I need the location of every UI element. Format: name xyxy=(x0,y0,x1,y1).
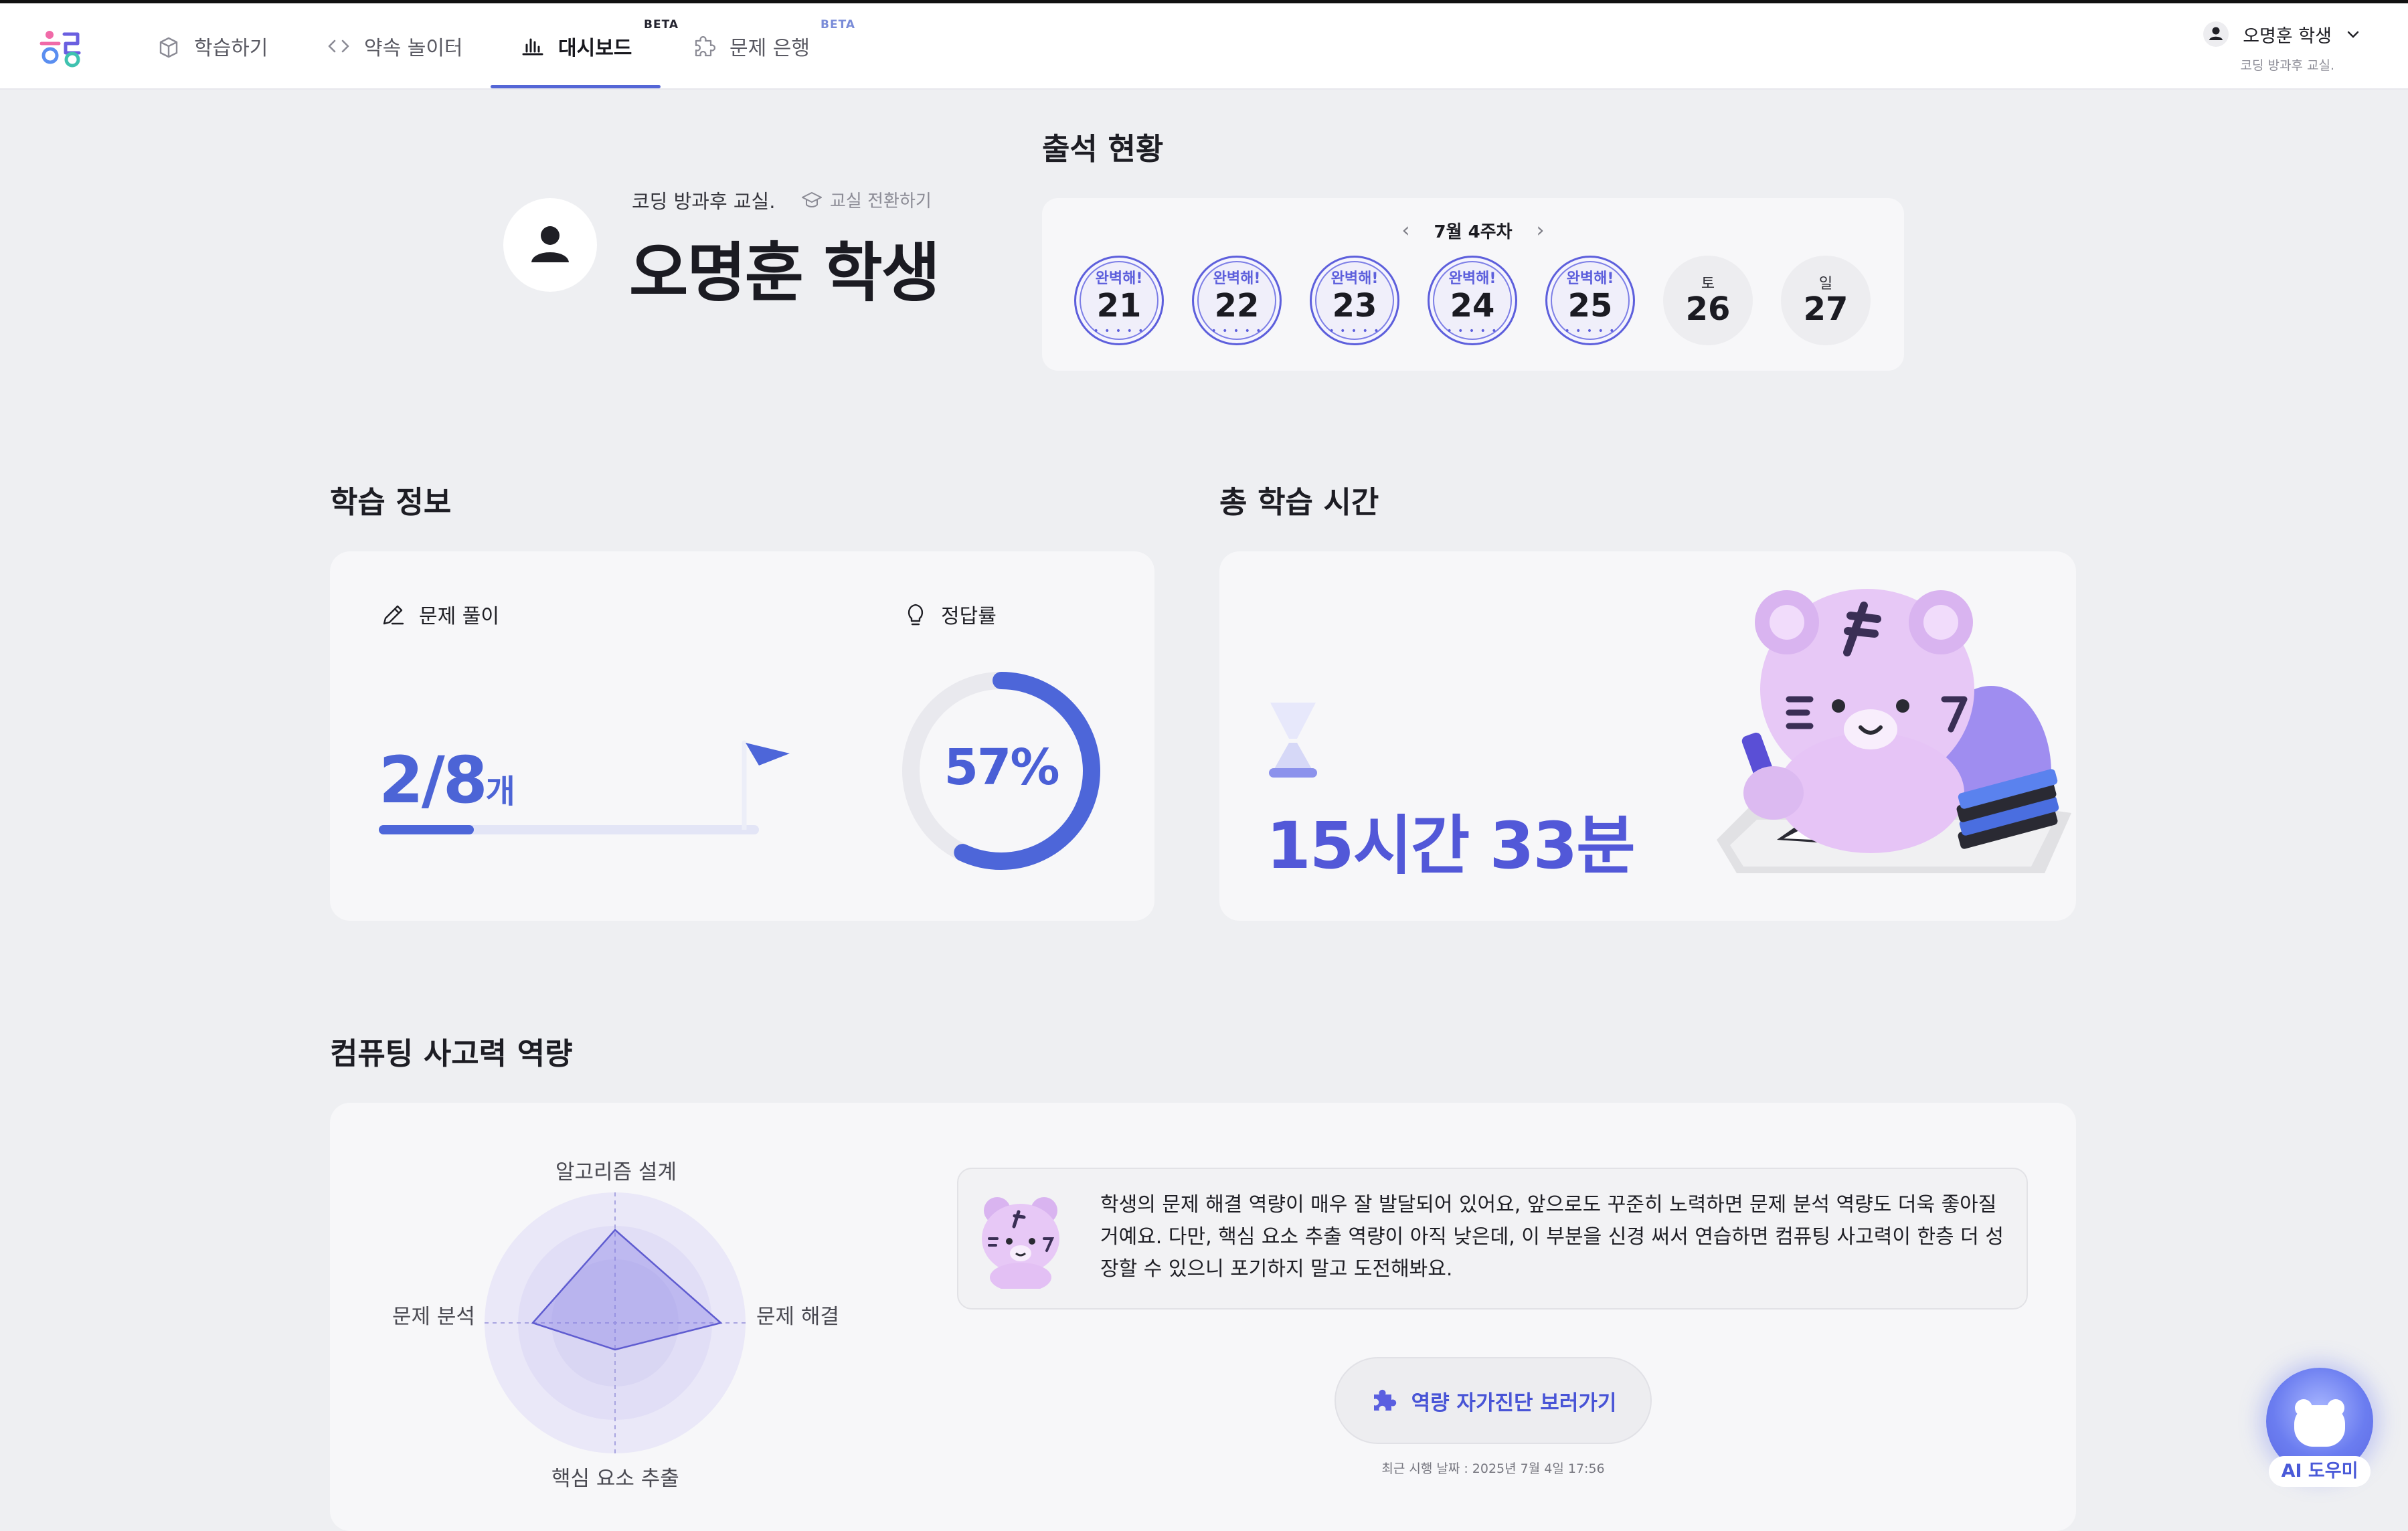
solved-unit: 개 xyxy=(485,773,515,810)
problem-bank-beta-badge: BETA xyxy=(821,18,856,31)
attendance-title: 출석 현황 xyxy=(1042,131,1164,167)
solved-count: 2/8개 xyxy=(379,743,515,818)
tiger-avatar-icon xyxy=(982,1197,1059,1289)
total-time-title: 총 학습 시간 xyxy=(1219,484,1379,520)
nav-problem-bank-label: 문제 은행 xyxy=(729,36,810,60)
nav-dashboard[interactable]: 대시보드 xyxy=(519,3,632,88)
radar-axis-right: 문제 해결 xyxy=(756,1305,839,1329)
student-name: 오명훈 학생 xyxy=(629,236,940,310)
attendance-day-25: 완벽해! 25 • • • • • xyxy=(1545,256,1635,345)
classroom-name: 코딩 방과후 교실. xyxy=(632,190,776,213)
ai-comment-box: 학생의 문제 해결 역량이 매우 잘 발달되어 있어요, 앞으로도 꾸준히 노력… xyxy=(957,1168,2028,1310)
ai-helper-label[interactable]: AI 도우미 xyxy=(2269,1456,2371,1487)
radar-axis-bottom: 핵심 요소 추출 xyxy=(551,1467,679,1491)
user-classroom: 코딩 방과후 교실. xyxy=(2240,58,2334,73)
code-brackets-icon xyxy=(328,39,349,52)
puzzle-piece-icon xyxy=(1373,1389,1396,1411)
day-number: 21 xyxy=(1096,287,1142,325)
nav-study-label: 학습하기 xyxy=(194,36,268,60)
solved-label: 문제 풀이 xyxy=(419,605,499,628)
stamp-text: 완벽해! xyxy=(1448,270,1496,287)
accuracy-label: 정답률 xyxy=(941,605,997,628)
attendance-day-22: 완벽해! 22 • • • • • xyxy=(1192,256,1282,345)
stamp-dots: • • • • • xyxy=(1211,326,1263,337)
active-tab-indicator xyxy=(491,85,661,88)
attendance-card: ‹ 7월 4주차 › 완벽해! 21 • • • • • 완벽해! 22 • • • • … xyxy=(1042,198,1904,371)
attendance-day-21: 완벽해! 21 • • • • • xyxy=(1074,256,1164,345)
day-number: 24 xyxy=(1450,287,1495,325)
nav-problem-bank[interactable]: 문제 은행 xyxy=(691,3,810,88)
day-number: 27 xyxy=(1803,290,1848,328)
top-navigation: 학습하기 약속 놀이터 대시보드 BETA 문제 은행 BETA 오명훈 학생 … xyxy=(0,3,2408,90)
week-label: 7월 4주차 xyxy=(1434,222,1513,242)
user-name: 오명훈 학생 xyxy=(2243,25,2332,47)
stamp-text: 완벽해! xyxy=(1566,270,1614,287)
person-icon xyxy=(531,226,569,262)
accuracy-label-row: 정답률 xyxy=(901,600,997,629)
switch-classroom-button[interactable]: 교실 전환하기 xyxy=(800,187,932,212)
day-number: 23 xyxy=(1332,287,1377,325)
hourglass-icon xyxy=(1269,703,1317,778)
flag-icon xyxy=(742,740,790,830)
stamp-dots: • • • • • xyxy=(1093,326,1145,337)
solved-progress-bar xyxy=(379,825,759,834)
stamp-text: 완벽해! xyxy=(1330,270,1379,287)
stamp-text: 완벽해! xyxy=(1213,270,1261,287)
tiger-studying-illustration xyxy=(1717,589,2071,873)
solved-value: 2/8 xyxy=(379,743,488,818)
puzzle-icon xyxy=(695,35,716,56)
avatar xyxy=(503,198,597,292)
nav-study[interactable]: 학습하기 xyxy=(155,3,268,88)
radar-axis-top: 알고리즘 설계 xyxy=(555,1160,677,1184)
attendance-day-23: 완벽해! 23 • • • • • xyxy=(1310,256,1399,345)
attendance-day-26: 토 26 xyxy=(1663,256,1753,345)
switch-classroom-label: 교실 전환하기 xyxy=(830,191,932,211)
stamp-text: 완벽해! xyxy=(1095,270,1143,287)
bar-chart-icon xyxy=(522,38,543,55)
day-number: 25 xyxy=(1567,287,1613,325)
dashboard-beta-badge: BETA xyxy=(644,18,679,31)
graduation-cap-icon xyxy=(802,191,822,207)
user-menu[interactable]: 오명훈 학생 코딩 방과후 교실. xyxy=(2203,21,2361,74)
self-diagnosis-label: 역량 자가진단 보러가기 xyxy=(1411,1390,1617,1415)
attendance-day-27: 일 27 xyxy=(1781,256,1871,345)
bear-face-icon xyxy=(2294,1399,2345,1447)
chevron-down-icon xyxy=(2347,31,2359,38)
study-icon xyxy=(159,37,178,58)
lightbulb-icon xyxy=(908,604,924,626)
nav-playground-label: 약속 놀이터 xyxy=(364,36,463,60)
day-number: 22 xyxy=(1214,287,1260,325)
next-week-button[interactable]: › xyxy=(1537,219,1545,242)
attendance-day-24: 완벽해! 24 • • • • • xyxy=(1428,256,1517,345)
stamp-dots: • • • • • xyxy=(1446,326,1498,337)
accuracy-value: 57% xyxy=(944,739,1059,796)
day-number: 26 xyxy=(1685,290,1731,328)
radar-axis-left: 문제 분석 xyxy=(392,1305,475,1329)
radar-chart: 알고리즘 설계 문제 해결 핵심 요소 추출 문제 분석 xyxy=(375,1148,857,1510)
logo[interactable] xyxy=(39,29,86,68)
pencil-icon xyxy=(383,605,404,625)
study-info-title: 학습 정보 xyxy=(330,484,452,520)
prev-week-button[interactable]: ‹ xyxy=(1402,219,1410,242)
user-icon xyxy=(2203,21,2229,47)
stamp-dots: • • • • • xyxy=(1564,326,1616,337)
nav-playground[interactable]: 약속 놀이터 xyxy=(325,3,463,88)
stamp-dots: • • • • • xyxy=(1328,326,1381,337)
recent-test-date: 최근 시행 날짜 : 2025년 7월 4일 17:56 xyxy=(1381,1461,1605,1476)
self-diagnosis-button[interactable]: 역량 자가진단 보러가기 xyxy=(1335,1357,1652,1444)
solved-label-row: 문제 풀이 xyxy=(379,600,499,629)
solved-progress-fill xyxy=(379,825,474,834)
ai-comment-text: 학생의 문제 해결 역량이 매우 잘 발달되어 있어요, 앞으로도 꾸준히 노력… xyxy=(1100,1193,2004,1281)
competency-title: 컴퓨팅 사고력 역량 xyxy=(330,1036,573,1071)
total-time-value: 15시간 33분 xyxy=(1266,808,1636,883)
nav-dashboard-label: 대시보드 xyxy=(558,36,632,60)
